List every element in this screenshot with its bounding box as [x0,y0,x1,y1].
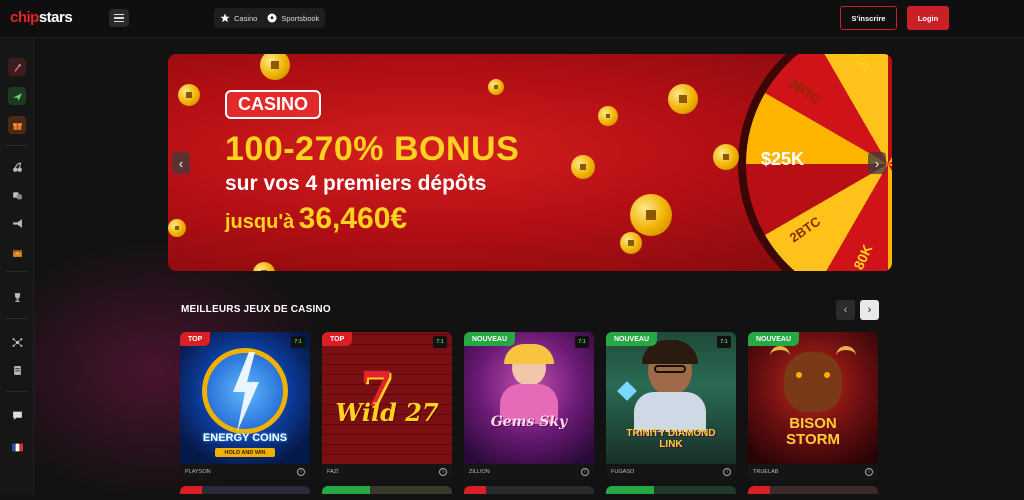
game-card[interactable] [606,486,736,494]
info-icon[interactable]: i [439,468,447,476]
coin-image [630,194,672,236]
game-card[interactable]: ENERGY COINS HOLD AND WIN TOP 7:1 PLAYSO… [180,332,310,480]
star-icon [220,13,230,23]
sidebar-divider [6,318,28,319]
signup-button[interactable]: S'inscrire [840,6,897,30]
game-tag: TOP [322,332,353,346]
coin-image [713,144,739,170]
coin-image [168,219,186,237]
info-icon[interactable]: i [865,468,873,476]
game-tag: TOP [180,332,211,346]
sidebar-divider [6,271,28,272]
bonus-amount: jusqu'à 36,460€ [225,202,408,235]
game-provider: FUGASO i [606,464,736,480]
login-button[interactable]: Login [907,6,949,30]
info-icon[interactable]: i [581,468,589,476]
multiplier-badge: 7:1 [433,336,447,348]
game-thumbnail: TRINITY DIAMOND LINK [606,332,736,464]
nav-sportsbook[interactable]: Sportsbook [267,13,319,23]
coin-image [620,232,642,254]
carousel-prev-button[interactable]: ‹ [836,300,855,320]
soccer-ball-icon [267,13,277,23]
game-card[interactable]: Gems Sky NOUVEAU 7:1 ZILLION i [464,332,594,480]
banner-next-button[interactable]: › [868,152,886,174]
coin-image [488,79,504,95]
game-thumbnail: Gems Sky [464,332,594,464]
game-tag: NOUVEAU [464,332,516,346]
top-nav: Casino Sportsbook [214,8,326,28]
banner-prev-button[interactable]: ‹ [172,152,190,174]
lightning-icon [233,352,259,432]
multiplier-badge: 7:1 [717,336,731,348]
game-card[interactable]: 7 Wild 27 TOP 7:1 FAZI i [322,332,452,480]
top-bar: chipstars Casino Sportsbook S'inscrire L… [0,0,1024,38]
game-thumbnail: BISON STORM [748,332,878,464]
game-provider: FAZI i [322,464,452,480]
coin-image [598,106,618,126]
trophy-icon[interactable] [8,288,26,306]
info-icon[interactable]: i [723,468,731,476]
casino-badge: CASINO [225,90,322,119]
nav-casino[interactable]: Casino [220,13,257,23]
dice-icon[interactable] [8,186,26,204]
multiplier-badge: 7:1 [291,336,305,348]
coin-image [178,84,200,106]
rocket-icon[interactable] [8,58,26,76]
multiplier-badge: 7:1 [575,336,589,348]
carousel-next-button[interactable]: › [860,300,879,320]
coin-image [260,54,290,80]
game-thumbnail: 7 Wild 27 [322,332,452,464]
coin-image [571,155,595,179]
game-card[interactable] [322,486,452,494]
game-thumbnail: ENERGY COINS HOLD AND WIN [180,332,310,464]
game-card[interactable] [748,486,878,494]
chipstars-logo[interactable]: chipstars [10,9,73,26]
sidebar [0,39,34,494]
game-tag: NOUVEAU [748,332,800,346]
megaphone-icon[interactable] [8,214,26,232]
game-tag: NOUVEAU [606,332,658,346]
game-card[interactable]: TRINITY DIAMOND LINK NOUVEAU 7:1 FUGASO i [606,332,736,480]
game-card[interactable] [464,486,594,494]
sidebar-divider [6,145,28,146]
game-card[interactable] [180,486,310,494]
chat-icon[interactable] [8,406,26,424]
bonus-headline: 100-270% BONUS [225,130,520,168]
info-icon[interactable]: i [297,468,305,476]
coin-image [253,262,275,271]
gift-icon[interactable] [8,116,26,134]
game-provider: TRUELAB i [748,464,878,480]
game-provider: PLAYSON i [180,464,310,480]
wheel-label: $25K [761,149,805,169]
treasure-chest-icon[interactable] [8,243,26,261]
section-title: MEILLEURS JEUX DE CASINO [181,304,331,315]
network-icon[interactable] [8,333,26,351]
coin-image [668,84,698,114]
flag-france-icon[interactable] [8,438,26,456]
cherry-icon[interactable] [8,158,26,176]
game-card[interactable]: BISON STORM NOUVEAU TRUELAB i [748,332,878,480]
sidebar-divider [6,391,28,392]
menu-icon[interactable] [109,9,129,27]
promo-banner[interactable]: $25K 3BTC 2BTC 10K 80K CASINO 100-270% B… [168,54,892,271]
bonus-subtitle: sur vos 4 premiers dépôts [225,172,487,195]
game-provider: ZILLION i [464,464,594,480]
plane-icon[interactable] [8,87,26,105]
document-icon[interactable] [8,361,26,379]
